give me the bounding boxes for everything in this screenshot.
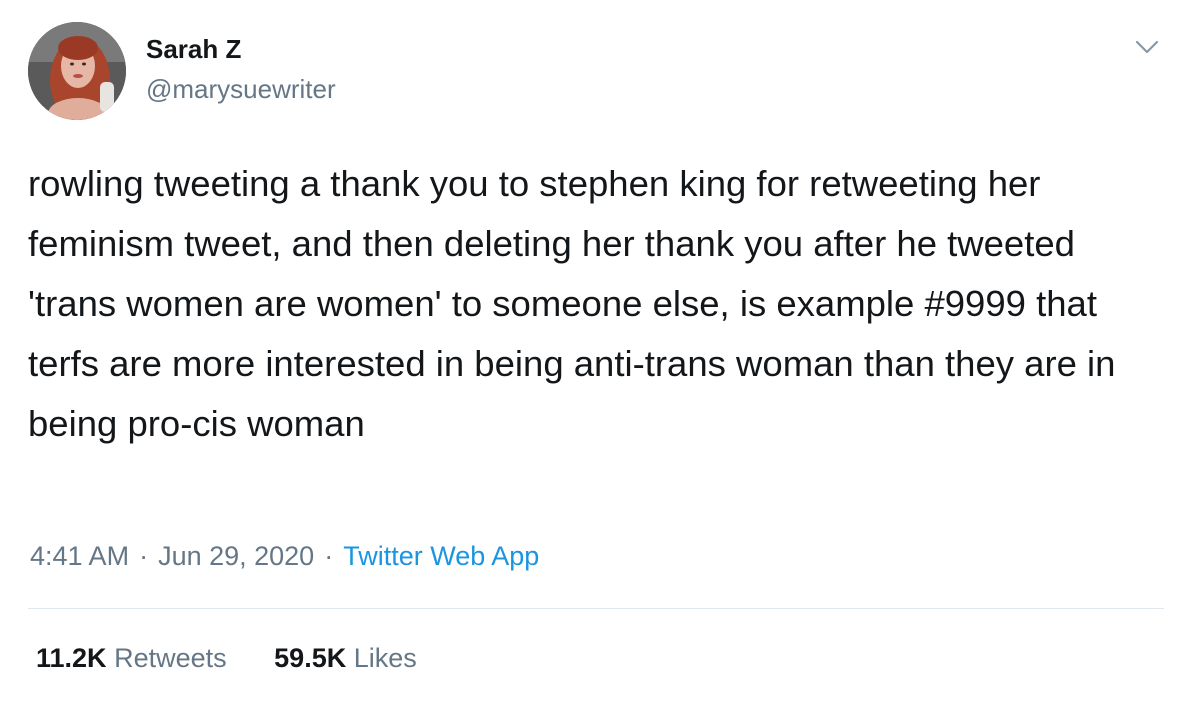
divider (28, 608, 1164, 609)
retweets-count: 11.2K (36, 643, 107, 673)
tweet-source-link[interactable]: Twitter Web App (343, 541, 539, 571)
meta-separator: · (324, 541, 334, 571)
avatar-image (28, 22, 126, 120)
tweet-stats: 11.2K Retweets 59.5K Likes (36, 643, 457, 674)
likes-label: Likes (353, 643, 417, 673)
author-handle[interactable]: @marysuewriter (146, 74, 336, 105)
likes-stat[interactable]: 59.5K Likes (274, 643, 417, 673)
avatar[interactable] (28, 22, 126, 120)
tweet-meta: 4:41 AM · Jun 29, 2020 · Twitter Web App (30, 541, 539, 572)
tweet-card: Sarah Z @marysuewriter rowling tweeting … (0, 0, 1190, 708)
tweet-date[interactable]: Jun 29, 2020 (158, 541, 314, 571)
meta-separator: · (139, 541, 149, 571)
author-name[interactable]: Sarah Z (146, 34, 241, 65)
retweets-stat[interactable]: 11.2K Retweets (36, 643, 234, 673)
retweets-label: Retweets (114, 643, 227, 673)
tweet-time[interactable]: 4:41 AM (30, 541, 129, 571)
tweet-text: rowling tweeting a thank you to stephen … (28, 163, 1116, 444)
likes-count: 59.5K (274, 643, 347, 673)
chevron-down-icon[interactable] (1132, 34, 1162, 60)
